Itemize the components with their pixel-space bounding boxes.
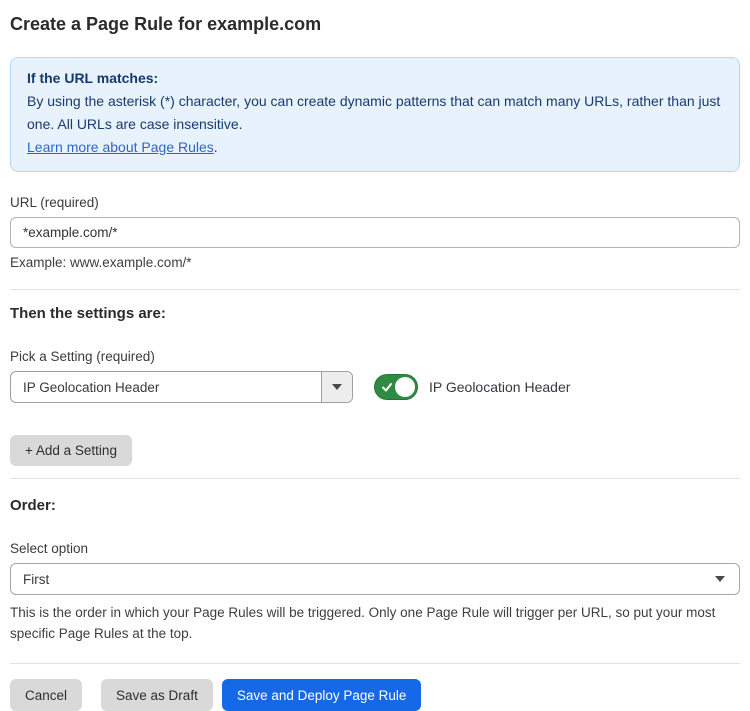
order-select-label: Select option bbox=[10, 541, 740, 556]
url-example-text: Example: www.example.com/* bbox=[10, 255, 740, 270]
url-field-label: URL (required) bbox=[10, 195, 740, 210]
order-select-value: First bbox=[23, 572, 715, 587]
add-setting-button[interactable]: + Add a Setting bbox=[10, 435, 132, 466]
cancel-button[interactable]: Cancel bbox=[10, 679, 82, 711]
toggle-knob bbox=[395, 377, 415, 397]
divider bbox=[10, 478, 740, 479]
order-help-text: This is the order in which your Page Rul… bbox=[10, 602, 740, 644]
check-icon bbox=[381, 381, 393, 393]
learn-more-link[interactable]: Learn more about Page Rules bbox=[27, 139, 214, 155]
order-section-heading: Order: bbox=[10, 497, 740, 514]
pick-setting-label: Pick a Setting (required) bbox=[10, 349, 740, 364]
info-box-body: By using the asterisk (*) character, you… bbox=[27, 90, 723, 136]
ip-geolocation-toggle[interactable] bbox=[374, 374, 418, 400]
info-box-link-line: Learn more about Page Rules. bbox=[27, 136, 723, 159]
url-input[interactable] bbox=[10, 217, 740, 248]
page-title: Create a Page Rule for example.com bbox=[10, 12, 740, 36]
info-box-heading: If the URL matches: bbox=[27, 67, 723, 90]
chevron-down-icon bbox=[332, 384, 342, 390]
order-select[interactable]: First bbox=[10, 563, 740, 595]
setting-select-arrow-button[interactable] bbox=[321, 372, 352, 402]
setting-select-value: IP Geolocation Header bbox=[11, 372, 321, 402]
toggle-label: IP Geolocation Header bbox=[429, 379, 570, 395]
save-and-deploy-button[interactable]: Save and Deploy Page Rule bbox=[222, 679, 422, 711]
url-match-info-box: If the URL matches: By using the asteris… bbox=[10, 57, 740, 172]
setting-picker-row: IP Geolocation Header IP Geolocation Hea… bbox=[10, 371, 740, 403]
page-rule-form: Create a Page Rule for example.com If th… bbox=[0, 12, 750, 711]
divider bbox=[10, 663, 740, 664]
link-period: . bbox=[214, 139, 218, 155]
settings-section-heading: Then the settings are: bbox=[10, 305, 740, 322]
save-as-draft-button[interactable]: Save as Draft bbox=[101, 679, 213, 711]
form-actions: Cancel Save as Draft Save and Deploy Pag… bbox=[10, 679, 740, 711]
chevron-down-icon bbox=[715, 576, 725, 582]
setting-select[interactable]: IP Geolocation Header bbox=[10, 371, 353, 403]
divider bbox=[10, 289, 740, 290]
